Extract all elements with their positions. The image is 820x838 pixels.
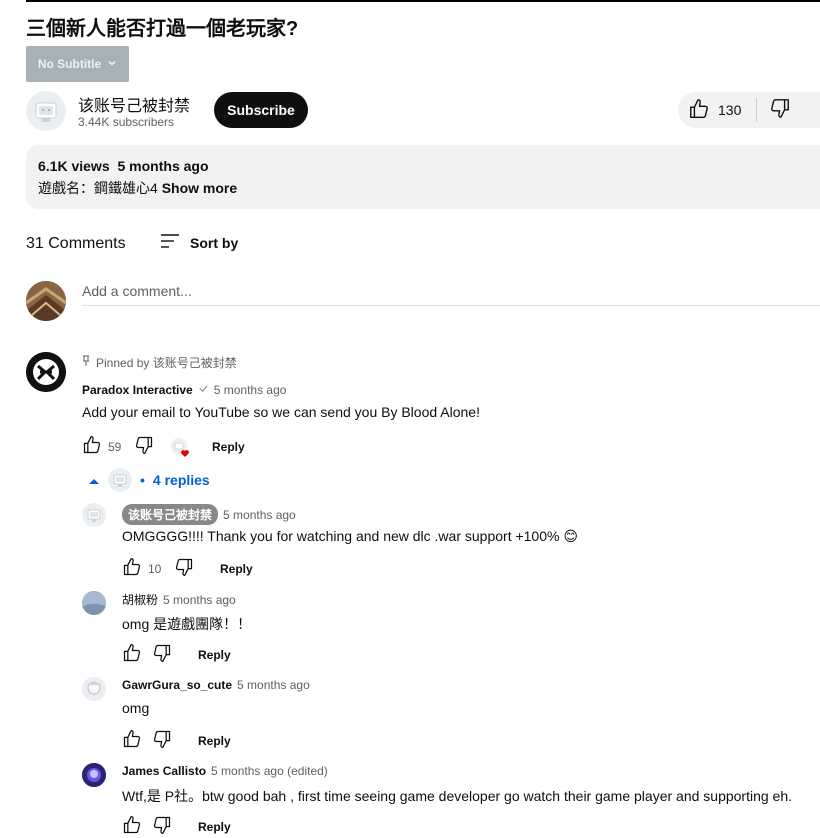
reply-author[interactable]: GawrGura_so_cute [122,678,232,692]
comment-like-count: 59 [108,439,122,454]
thumbs-up-icon[interactable] [122,557,142,580]
subtitle-button-label: No Subtitle [37,57,102,71]
thumbs-down-icon[interactable] [174,557,194,580]
subscribe-button[interactable]: Subscribe [214,92,308,128]
channel-avatar[interactable] [26,91,66,131]
thumbs-down-icon[interactable] [152,643,172,666]
reply-text: OMGGGG!!!! Thank you for watching and ne… [122,528,578,544]
comments-count: 31 Comments [26,235,126,252]
comment-text: Add your email to YouTube so we can send… [82,404,480,420]
comment-actions: 59 Reply [82,435,245,458]
reply-actions: Reply [122,643,231,666]
caret-up-icon [88,472,100,488]
reply-header: James Callisto 5 months ago (edited) [122,764,328,778]
thumbs-down-icon[interactable] [152,815,172,838]
reply-text: omg 是遊戲團隊！！ [122,616,252,632]
like-count: 130 [718,102,742,118]
pin-icon [82,355,90,370]
reply-button[interactable]: Reply [198,734,231,748]
reply-time[interactable]: 5 months ago [163,593,236,607]
description-snippet: 遊戲名：鋼鐵雄心4 [38,180,158,196]
like-dislike-bar: 130 [678,92,820,128]
reply-like-count: 10 [148,561,162,576]
reply-time[interactable]: 5 months ago (edited) [211,764,328,778]
reply-header: GawrGura_so_cute 5 months ago [122,678,310,692]
add-comment-input[interactable]: Add a comment... [82,283,192,299]
comment-input-underline [82,305,820,306]
reply-button[interactable]: Reply [198,820,231,834]
thumbs-down-icon [769,97,791,124]
subtitle-button[interactable]: No Subtitle [26,46,129,82]
paradox-avatar[interactable] [26,352,66,392]
reply-header: 该账号己被封禁 5 months ago [122,504,296,525]
thumbs-up-icon[interactable] [122,643,142,666]
thumbs-up-icon [688,98,710,123]
view-count: 6.1K views [38,158,110,174]
creator-avatar-small [108,468,132,492]
pinned-comment-header: Paradox Interactive 5 months ago [82,381,286,399]
replies-toggle[interactable]: • 4 replies [88,468,210,492]
reply-author[interactable]: 胡椒粉 [122,591,158,608]
sort-by-label: Sort by [190,234,239,251]
description-text: 遊戲名：鋼鐵雄心4 Show more [38,178,237,198]
thumbs-up-icon[interactable] [122,815,142,838]
user-avatar[interactable] [26,281,66,321]
sort-by-button[interactable]: Sort by [160,232,238,253]
check-icon [198,381,209,399]
pinned-label: Pinned by 该账号己被封禁 [82,354,237,371]
reply-avatar[interactable] [82,591,106,615]
thumbs-down-icon[interactable] [152,729,172,752]
thumbs-down-icon[interactable] [134,435,154,458]
like-button[interactable]: 130 [678,98,756,123]
comment-time[interactable]: 5 months ago [214,383,287,397]
reply-avatar[interactable] [82,503,106,527]
thumbs-up-icon[interactable] [82,435,102,458]
reply-text: Wtf,是 P社。btw good bah , first time seein… [122,788,793,804]
channel-name[interactable]: 该账号己被封禁 [78,92,190,116]
reply-avatar[interactable] [82,763,106,787]
reply-text: omg [122,700,150,716]
reply-author[interactable]: James Callisto [122,764,206,778]
sort-icon [160,232,180,253]
reply-button[interactable]: Reply [212,440,245,454]
upload-age: 5 months ago [117,158,209,174]
comment-author[interactable]: Paradox Interactive [82,383,193,397]
replies-count: 4 replies [152,472,210,488]
top-divider [26,0,820,2]
dot-separator: • [140,472,145,488]
thumbs-up-icon[interactable] [122,729,142,752]
subscriber-count: 3.44K subscribers [78,115,175,129]
creator-heart-icon [170,437,192,457]
description-box[interactable]: 6.1K views 5 months ago 遊戲名：鋼鐵雄心4 Show m… [26,145,820,209]
owner-badge[interactable]: 该账号己被封禁 [122,504,219,525]
reply-actions: Reply [122,815,231,838]
reply-actions: 10 Reply [122,557,253,580]
reply-button[interactable]: Reply [220,562,253,576]
reply-avatar[interactable] [82,677,106,701]
video-title: 三個新人能否打過一個老玩家? [26,18,299,40]
reply-time[interactable]: 5 months ago [223,508,296,522]
pinned-by-text: Pinned by 该账号己被封禁 [96,356,237,370]
chevron-down-icon [107,57,117,71]
dislike-button[interactable] [757,97,791,124]
reply-header: 胡椒粉 5 months ago [122,591,236,608]
reply-button[interactable]: Reply [198,648,231,662]
reply-time[interactable]: 5 months ago [237,678,310,692]
video-meta: 6.1K views 5 months ago [38,158,209,174]
reply-actions: Reply [122,729,231,752]
show-more-link[interactable]: Show more [162,180,237,196]
